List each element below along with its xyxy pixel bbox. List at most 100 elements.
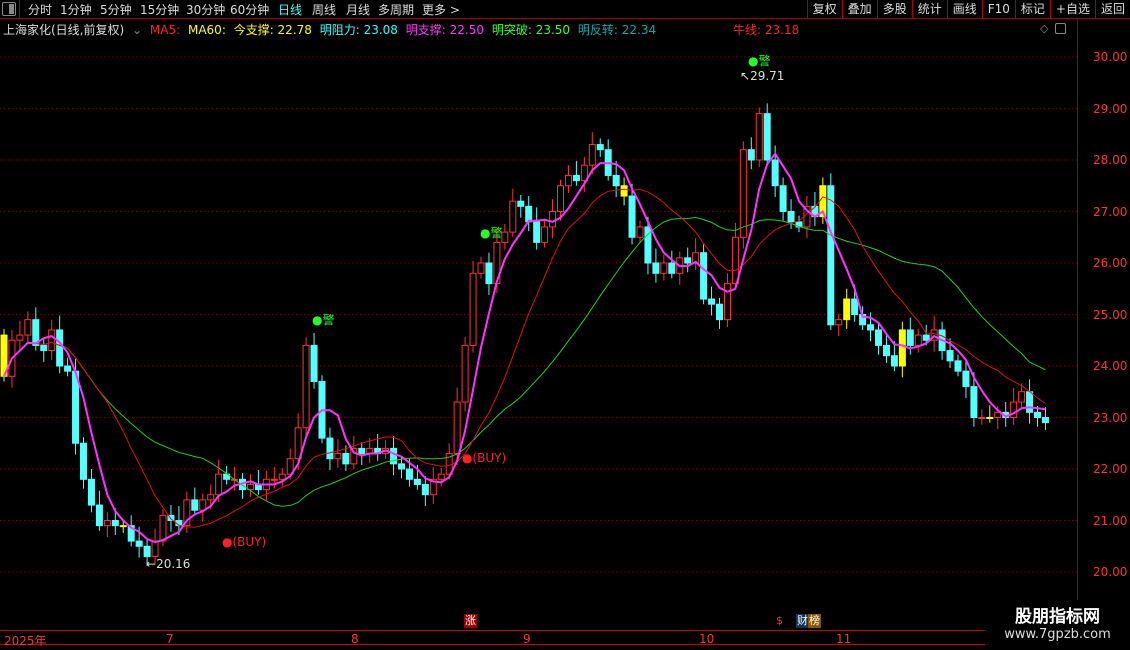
time-label: 11 xyxy=(836,632,852,646)
candle xyxy=(628,195,636,238)
watermark-name: 股朋指标网 xyxy=(1015,607,1100,627)
candle xyxy=(978,417,986,419)
time-label: 9 xyxy=(523,632,531,646)
candle xyxy=(16,334,24,341)
candle xyxy=(199,499,207,511)
candle xyxy=(48,329,56,352)
buy-signal: ●(BUY) xyxy=(222,535,267,549)
candle xyxy=(517,200,525,207)
high-price-label: ↖29.71 xyxy=(740,69,784,83)
candle xyxy=(207,494,215,501)
candle xyxy=(755,113,763,161)
candle xyxy=(827,185,835,326)
candle xyxy=(215,473,223,496)
candle xyxy=(882,344,890,357)
candle xyxy=(843,298,851,321)
candle xyxy=(159,514,167,542)
arrow-icon: ← xyxy=(146,557,157,571)
candle xyxy=(358,447,366,455)
ma-long-line xyxy=(3,216,1046,507)
candle xyxy=(405,468,413,480)
candle xyxy=(700,252,708,300)
candle xyxy=(119,525,127,528)
candle xyxy=(684,257,692,264)
candle xyxy=(588,144,596,166)
candle xyxy=(970,386,978,419)
candle xyxy=(723,283,731,321)
low-value: 20.16 xyxy=(156,557,191,571)
candle xyxy=(549,211,557,228)
candle xyxy=(612,174,620,187)
candle xyxy=(914,334,922,346)
bang-badge[interactable]: 榜 xyxy=(808,614,821,628)
candle xyxy=(652,262,660,274)
candlestick-chart[interactable] xyxy=(0,0,1077,630)
candle xyxy=(557,185,564,212)
candle xyxy=(747,149,755,161)
price-label: 24.00 xyxy=(1093,359,1128,373)
price-label: 26.00 xyxy=(1093,256,1128,270)
candle xyxy=(342,453,350,465)
time-label: 8 xyxy=(351,632,359,646)
candle xyxy=(668,262,676,274)
candle xyxy=(708,298,716,305)
candle xyxy=(151,540,159,558)
time-label: 2025年 xyxy=(4,634,47,648)
candle xyxy=(398,463,405,470)
high-value: 29.71 xyxy=(750,69,785,83)
arrow-icon: ↖ xyxy=(740,69,751,83)
candle xyxy=(135,540,143,547)
time-label: 10 xyxy=(699,632,715,646)
candle xyxy=(302,344,310,429)
candle xyxy=(501,231,509,243)
dollar-badge[interactable]: $ xyxy=(775,614,784,628)
candle xyxy=(1018,391,1026,403)
candle xyxy=(270,478,278,481)
candle xyxy=(875,329,882,346)
candle xyxy=(636,226,644,238)
candle xyxy=(541,226,549,243)
time-axis: 2025年 7 8 9 10 11 xyxy=(0,630,1077,648)
low-price-label: ←20.16 xyxy=(146,557,190,571)
candle xyxy=(310,344,318,382)
candle xyxy=(1041,417,1049,424)
alert-marker: ●警 xyxy=(748,54,771,68)
candle xyxy=(620,185,628,197)
price-label: 21.00 xyxy=(1093,513,1128,528)
candle xyxy=(509,200,517,233)
back-button[interactable]: 返回 xyxy=(1094,0,1130,19)
candle xyxy=(739,149,747,238)
candle xyxy=(413,478,421,485)
candle xyxy=(437,473,445,480)
candle xyxy=(111,520,119,527)
price-label: 20.00 xyxy=(1093,565,1128,579)
candle xyxy=(87,478,95,506)
candle xyxy=(95,504,103,527)
candle xyxy=(898,329,906,367)
candle xyxy=(835,319,843,326)
candle xyxy=(787,211,795,223)
price-label: 23.00 xyxy=(1093,410,1128,425)
candle xyxy=(477,262,485,274)
candle xyxy=(80,442,87,480)
price-label: 22.00 xyxy=(1093,462,1128,476)
candle xyxy=(716,303,723,321)
zhang-badge[interactable]: 涨 xyxy=(464,614,477,628)
price-label: 25.00 xyxy=(1093,307,1128,322)
candle xyxy=(779,185,787,212)
candle xyxy=(143,545,151,558)
candle xyxy=(533,221,541,243)
candle xyxy=(731,236,739,285)
candle xyxy=(191,499,199,511)
candle xyxy=(946,350,954,362)
candle xyxy=(326,437,334,460)
candle xyxy=(890,355,898,367)
candle xyxy=(525,205,533,223)
candle xyxy=(660,262,668,274)
alert-marker: ●警 xyxy=(312,313,335,327)
candle xyxy=(962,370,970,388)
buy-signal: ●(BUY) xyxy=(462,451,507,465)
candle xyxy=(40,344,48,352)
watermark: 股朋指标网 www.7gpzb.com xyxy=(985,600,1130,650)
time-label: 7 xyxy=(166,632,174,646)
